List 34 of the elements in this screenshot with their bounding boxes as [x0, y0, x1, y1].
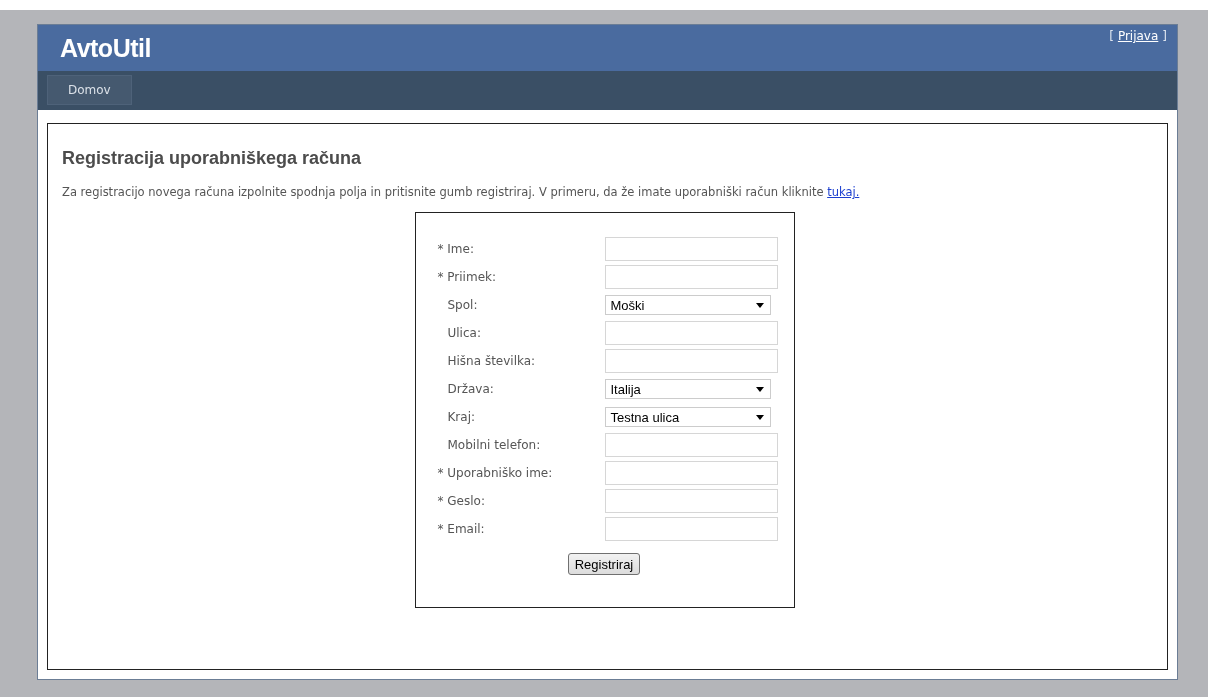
field-label: Država: — [446, 382, 495, 396]
dropdown-caret-icon — [755, 386, 764, 392]
dropdown[interactable]: Moški — [604, 295, 771, 315]
dropdown[interactable]: Testna ulica — [604, 407, 771, 427]
page-title: Registracija uporabniškega računa — [62, 148, 363, 169]
dropdown-caret-icon — [755, 302, 764, 308]
field-label: * Ime: — [437, 242, 475, 256]
here-link[interactable]: tukaj. — [827, 185, 860, 199]
login-link[interactable]: Prijava — [1117, 29, 1159, 45]
input-field[interactable] — [604, 321, 778, 345]
field-label: Hišna številka: — [446, 354, 537, 368]
input-field[interactable] — [604, 433, 778, 457]
input-field[interactable] — [604, 237, 778, 261]
field-label: * Geslo: — [437, 494, 486, 508]
input-field[interactable] — [604, 489, 778, 513]
bracket: [ — [1109, 29, 1114, 45]
field-label: Mobilni telefon: — [446, 438, 542, 452]
field-label: Ulica: — [446, 326, 482, 340]
input-field[interactable] — [604, 349, 778, 373]
field-label: Kraj: — [446, 410, 477, 424]
field-label: Spol: — [446, 298, 479, 312]
input-field[interactable] — [604, 517, 778, 541]
dropdown-caret-icon — [755, 414, 764, 420]
field-label: * Email: — [437, 522, 486, 536]
site-logo: AvtoUtil — [60, 33, 151, 64]
field-label: * Uporabniško ime: — [437, 466, 554, 480]
dropdown[interactable]: Italija — [604, 379, 771, 399]
bracket: ] — [1162, 29, 1167, 45]
input-field[interactable] — [604, 461, 778, 485]
nav-item[interactable]: Domov — [47, 75, 132, 105]
intro-text: Za registracijo novega računa izpolnite spodnja polja in pritisnite gumb registriraj. V primeru, da že imate uporabniški račun kliknite tukaj. — [62, 185, 861, 199]
field-label: * Priimek: — [437, 270, 497, 284]
input-field[interactable] — [604, 265, 778, 289]
register-button[interactable]: Registriraj — [567, 553, 641, 575]
